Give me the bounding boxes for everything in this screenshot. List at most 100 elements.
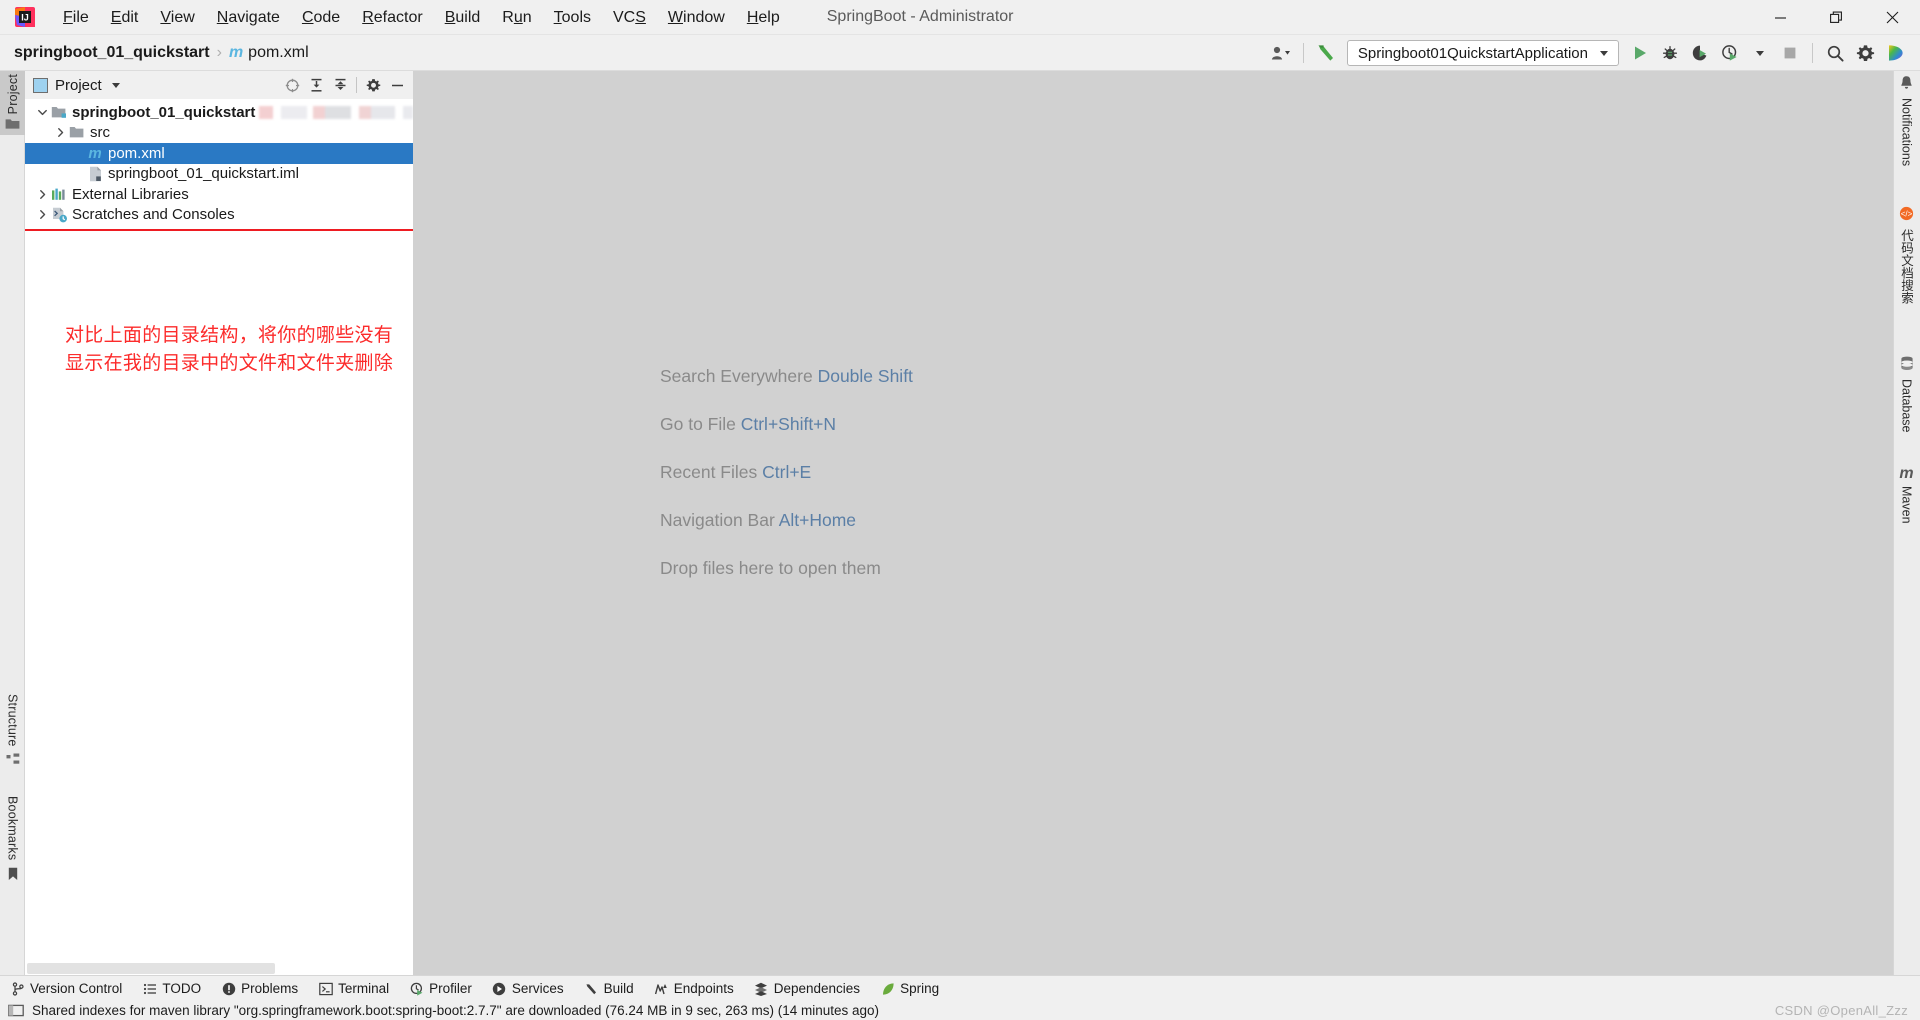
menu-item-view[interactable]: View [149, 0, 205, 35]
endpoints-icon [654, 981, 669, 996]
sidebar-item-notifications[interactable]: Notifications [1893, 75, 1920, 169]
tree-node-label: src [90, 124, 110, 142]
debug-button[interactable] [1655, 38, 1685, 68]
project-view-icon [33, 77, 48, 93]
build-hammer-icon[interactable] [1311, 38, 1341, 68]
menu-item-build[interactable]: Build [434, 0, 492, 35]
sidebar-item-code-doc-search[interactable]: </> 代码文档搜索 [1893, 206, 1920, 307]
iml-file-icon [86, 165, 104, 183]
chevron-down-icon[interactable] [35, 102, 50, 122]
breadcrumb-file[interactable]: pom.xml [248, 44, 308, 62]
bottom-tab-label: Terminal [338, 981, 390, 996]
status-bar: Shared indexes for maven library "org.sp… [0, 1001, 1920, 1020]
svg-text:IJ: IJ [21, 13, 29, 23]
menu-item-vcs[interactable]: VCS [602, 0, 657, 35]
right-tool-strip: Notifications </> 代码文档搜索 Database m Mave… [1893, 71, 1920, 975]
editor-hint-label: Navigation Bar [660, 510, 779, 530]
window-title: SpringBoot - Administrator [826, 8, 1014, 25]
user-account-icon[interactable] [1266, 38, 1296, 68]
chevron-down-icon[interactable] [111, 82, 120, 88]
sidebar-item-maven[interactable]: m Maven [1893, 465, 1920, 527]
build-hammer-icon [584, 981, 599, 996]
bottom-tab-label: Problems [241, 981, 299, 996]
minimize-button[interactable] [1752, 0, 1808, 35]
maven-pom-icon: m [228, 43, 244, 61]
navigation-toolbar: springboot_01_quickstart › m pom.xml Spr… [0, 35, 1920, 71]
terminal-icon [318, 981, 333, 996]
tree-arrow-placeholder [71, 164, 86, 184]
menu-item-window[interactable]: Window [657, 0, 736, 35]
database-icon [1900, 356, 1914, 376]
menu-item-refactor[interactable]: Refactor [351, 0, 433, 35]
tree-node[interactable]: springboot_01_quickstart.iml [25, 164, 413, 185]
tree-node[interactable]: springboot_01_quickstart [25, 102, 413, 123]
stop-button[interactable] [1775, 38, 1805, 68]
blurred-path-text [259, 105, 413, 119]
bottom-tab-build[interactable]: Build [574, 976, 644, 1002]
tree-node[interactable]: m pom.xml [25, 143, 413, 164]
run-coverage-button[interactable] [1685, 38, 1715, 68]
tree-node[interactable]: Scratches and Consoles [25, 205, 413, 226]
chevron-right-icon[interactable] [35, 184, 50, 204]
menu-item-code[interactable]: Code [291, 0, 351, 35]
breadcrumb-project[interactable]: springboot_01_quickstart [14, 44, 210, 62]
sidebar-item-project[interactable]: Project [0, 71, 25, 136]
project-panel-title: Project [55, 76, 102, 94]
editor-hint: Recent Files Ctrl+E [660, 462, 1300, 483]
editor-empty-area: Search Everywhere Double Shift Go to File… [413, 71, 1893, 975]
bottom-tool-window-bar: Version Control TODO Problems Terminal Profi… [0, 975, 1920, 1001]
tree-node[interactable]: src [25, 123, 413, 144]
bottom-tab-services[interactable]: Services [482, 976, 574, 1002]
profiler-dropdown-button[interactable] [1745, 38, 1775, 68]
hide-panel-button[interactable] [385, 74, 409, 96]
chevron-right-icon[interactable] [53, 123, 68, 143]
menu-item-tools[interactable]: Tools [543, 0, 602, 35]
select-opened-file-button[interactable] [280, 74, 304, 96]
menu-item-navigate[interactable]: Navigate [206, 0, 291, 35]
tree-node-label: springboot_01_quickstart [72, 103, 256, 121]
toolbar-divider [1302, 43, 1304, 63]
maven-pom-icon: m [88, 144, 102, 162]
sidebar-item-structure[interactable]: Structure [0, 691, 25, 771]
sidebar-item-bookmarks[interactable]: Bookmarks [0, 793, 25, 886]
sidebar-item-database[interactable]: Database [1893, 356, 1920, 436]
bottom-tab-problems[interactable]: Problems [211, 976, 308, 1002]
bottom-tab-version-control[interactable]: Version Control [0, 976, 132, 1002]
bottom-tab-endpoints[interactable]: Endpoints [644, 976, 744, 1002]
tree-node[interactable]: External Libraries [25, 184, 413, 205]
menu-item-run[interactable]: Run [491, 0, 542, 35]
bottom-tab-spring[interactable]: Spring [870, 976, 949, 1002]
folder-icon [68, 124, 86, 142]
settings-button[interactable] [1850, 38, 1880, 68]
search-button[interactable] [1820, 38, 1850, 68]
expand-all-button[interactable] [304, 74, 328, 96]
project-tree-hscrollbar[interactable] [25, 962, 413, 975]
breadcrumb: springboot_01_quickstart › m pom.xml [14, 44, 309, 62]
annotation-note-line1: 对比上面的目录结构，将你的哪些没有 [65, 324, 394, 346]
panel-settings-button[interactable] [361, 74, 385, 96]
menu-item-help[interactable]: Help [736, 0, 791, 35]
bottom-tab-todo[interactable]: TODO [132, 976, 211, 1002]
menu-item-file[interactable]: File [52, 0, 100, 35]
left-tool-strip: Project Structure Bookmarks [0, 71, 25, 975]
close-button[interactable] [1864, 0, 1920, 35]
bottom-tab-label: Profiler [429, 981, 472, 996]
run-button[interactable] [1625, 38, 1655, 68]
sidebar-item-structure-label: Structure [5, 694, 20, 747]
project-panel-actions [280, 74, 409, 96]
updates-button[interactable] [1880, 38, 1910, 68]
menu-item-edit[interactable]: Edit [100, 0, 150, 35]
run-configuration-selector[interactable]: Springboot01QuickstartApplication [1346, 40, 1619, 66]
panel-divider [356, 77, 357, 93]
editor-hint-shortcut: Double Shift [817, 366, 913, 386]
project-tool-window: Project springboot_01_quickstart src m p… [25, 71, 413, 975]
restore-button[interactable] [1808, 0, 1864, 35]
collapse-all-button[interactable] [328, 74, 352, 96]
bottom-tab-dependencies[interactable]: Dependencies [744, 976, 870, 1002]
chevron-right-icon[interactable] [35, 205, 50, 225]
layout-toggle-icon[interactable] [8, 1004, 24, 1017]
bottom-tab-profiler[interactable]: Profiler [399, 976, 482, 1002]
scrollbar-thumb[interactable] [27, 963, 275, 974]
bottom-tab-terminal[interactable]: Terminal [308, 976, 399, 1002]
profiler-button[interactable] [1715, 38, 1745, 68]
